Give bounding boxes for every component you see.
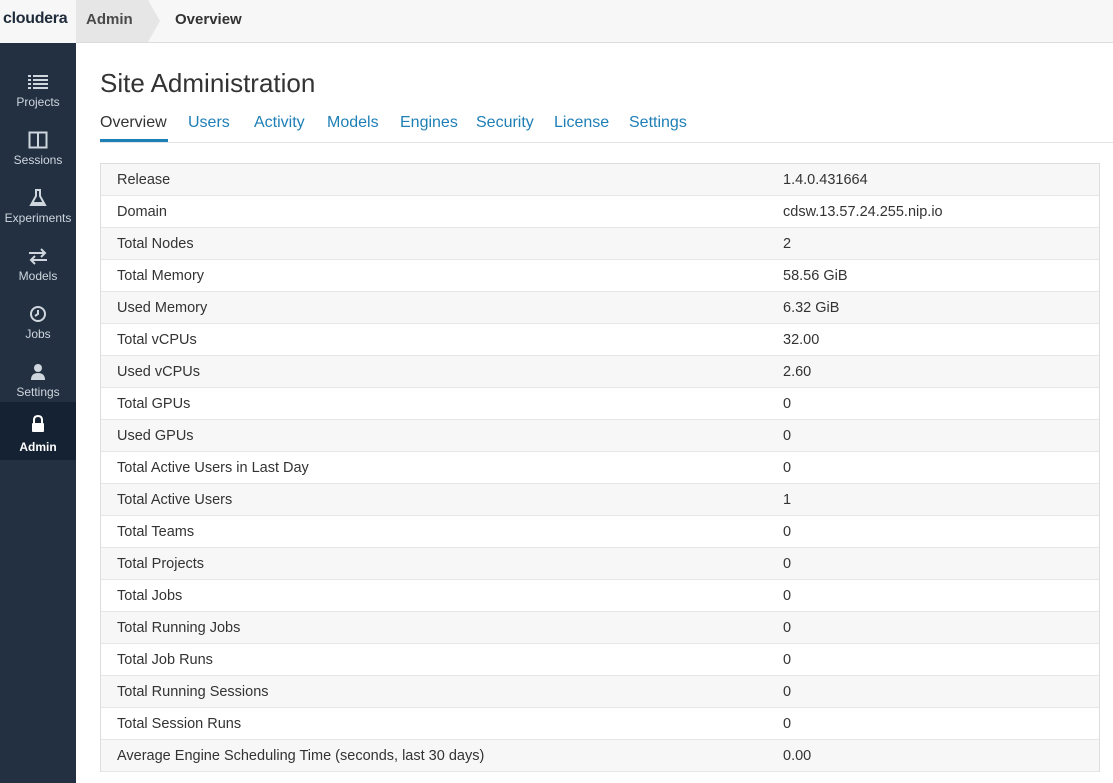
stat-label: Average Engine Scheduling Time (seconds,… [117, 748, 485, 764]
table-row: Total Teams 0 [101, 516, 1099, 548]
table-row: Total Running Jobs 0 [101, 612, 1099, 644]
page-title: Site Administration [100, 68, 316, 98]
table-row: Total Job Runs 0 [101, 644, 1099, 676]
overview-stats-table: Release 1.4.0.431664 Domain cdsw.13.57.24.2… [100, 163, 1100, 772]
stat-value: 1 [783, 492, 792, 508]
table-row: Total Jobs 0 [101, 580, 1099, 612]
sidebar-item-settings[interactable]: Settings [0, 347, 76, 405]
sidebar-item-label: Admin [19, 440, 57, 454]
sidebar-item-experiments[interactable]: Experiments [0, 173, 76, 231]
flask-icon [29, 189, 47, 206]
stat-label: Total Projects [117, 556, 205, 572]
sidebar-item-label: Projects [16, 95, 60, 109]
logo-text: cloudera [3, 10, 68, 27]
stat-value: 2.60 [783, 364, 812, 380]
stat-label: Total Nodes [117, 236, 194, 252]
sidebar-item-models[interactable]: Models [0, 231, 76, 289]
stat-label: Total Jobs [117, 588, 183, 604]
columns-icon [28, 131, 48, 149]
stat-value: 1.4.0.431664 [783, 172, 868, 188]
tab-overview[interactable]: Overview [100, 114, 167, 132]
sidebar-item-label: Experiments [4, 211, 72, 225]
stat-label: Release [117, 172, 171, 188]
stat-label: Total Job Runs [117, 652, 213, 668]
sidebar-item-admin[interactable]: Admin [0, 402, 76, 460]
stat-value: 0 [783, 524, 792, 540]
stat-value: 0 [783, 556, 792, 572]
table-row: Release 1.4.0.431664 [101, 164, 1099, 196]
stat-value: 0 [783, 588, 792, 604]
stat-value: cdsw.13.57.24.255.nip.io [783, 204, 943, 220]
stat-label: Total Running Sessions [117, 684, 269, 700]
tab-settings[interactable]: Settings [629, 114, 687, 132]
table-row: Total vCPUs 32.00 [101, 324, 1099, 356]
stat-label: Used vCPUs [117, 364, 200, 380]
stat-value: 6.32 GiB [783, 300, 840, 316]
stat-value: 0 [783, 396, 792, 412]
stat-label: Total vCPUs [117, 332, 197, 348]
stat-label: Domain [117, 204, 167, 220]
tab-security[interactable]: Security [476, 114, 534, 132]
table-row: Used Memory 6.32 GiB [101, 292, 1099, 324]
table-row: Average Engine Scheduling Time (seconds,… [101, 740, 1099, 772]
tab-activity[interactable]: Activity [254, 114, 305, 132]
lock-icon [32, 415, 44, 432]
arrows-exchange-icon [29, 248, 47, 265]
list-icon [28, 75, 48, 89]
breadcrumb-admin[interactable]: Admin [76, 0, 160, 42]
tab-license[interactable]: License [554, 114, 609, 132]
stat-label: Total Memory [117, 268, 205, 284]
stat-label: Total Teams [117, 524, 195, 540]
table-row: Total Active Users in Last Day 0 [101, 452, 1099, 484]
sidebar-item-label: Models [18, 269, 58, 283]
stat-label: Total Active Users in Last Day [117, 460, 309, 476]
table-row: Total GPUs 0 [101, 388, 1099, 420]
stat-value: 0 [783, 716, 792, 732]
breadcrumb-admin-label: Admin [86, 11, 133, 28]
table-row: Domain cdsw.13.57.24.255.nip.io [101, 196, 1099, 228]
tab-engines[interactable]: Engines [400, 114, 458, 132]
breadcrumb-current: Overview [175, 11, 242, 28]
sidebar-item-sessions[interactable]: Sessions [0, 115, 76, 173]
sidebar: Projects Sessions Experiments Models Job… [0, 43, 76, 783]
stat-label: Used Memory [117, 300, 208, 316]
stat-label: Total Running Jobs [117, 620, 241, 636]
stat-label: Used GPUs [117, 428, 194, 444]
tab-users[interactable]: Users [188, 114, 230, 132]
table-row: Total Running Sessions 0 [101, 676, 1099, 708]
stat-value: 32.00 [783, 332, 820, 348]
stat-value: 58.56 GiB [783, 268, 848, 284]
sidebar-item-label: Jobs [25, 327, 51, 341]
sidebar-item-jobs[interactable]: Jobs [0, 289, 76, 347]
cloudera-logo[interactable]: cloudera [0, 0, 76, 43]
table-row: Total Session Runs 0 [101, 708, 1099, 740]
top-bar: cloudera Admin Overview [0, 0, 1113, 43]
table-row: Total Memory 58.56 GiB [101, 260, 1099, 292]
stat-label: Total Session Runs [117, 716, 242, 732]
stat-label: Total Active Users [117, 492, 233, 508]
table-row: Total Projects 0 [101, 548, 1099, 580]
table-row: Total Nodes 2 [101, 228, 1099, 260]
stat-value: 0 [783, 684, 792, 700]
stat-value: 0.00 [783, 748, 812, 764]
tab-models[interactable]: Models [327, 114, 379, 132]
stat-value: 0 [783, 652, 792, 668]
sidebar-item-label: Sessions [13, 153, 63, 167]
tabs-divider [100, 142, 1113, 143]
stat-value: 0 [783, 428, 792, 444]
stat-value: 2 [783, 236, 792, 252]
table-row: Total Active Users 1 [101, 484, 1099, 516]
stat-value: 0 [783, 620, 792, 636]
stat-value: 0 [783, 460, 792, 476]
user-icon [31, 364, 45, 380]
clock-icon [30, 306, 46, 322]
stat-label: Total GPUs [117, 396, 191, 412]
table-row: Used GPUs 0 [101, 420, 1099, 452]
sidebar-item-label: Settings [16, 385, 60, 399]
table-row: Used vCPUs 2.60 [101, 356, 1099, 388]
sidebar-item-projects[interactable]: Projects [0, 57, 76, 115]
